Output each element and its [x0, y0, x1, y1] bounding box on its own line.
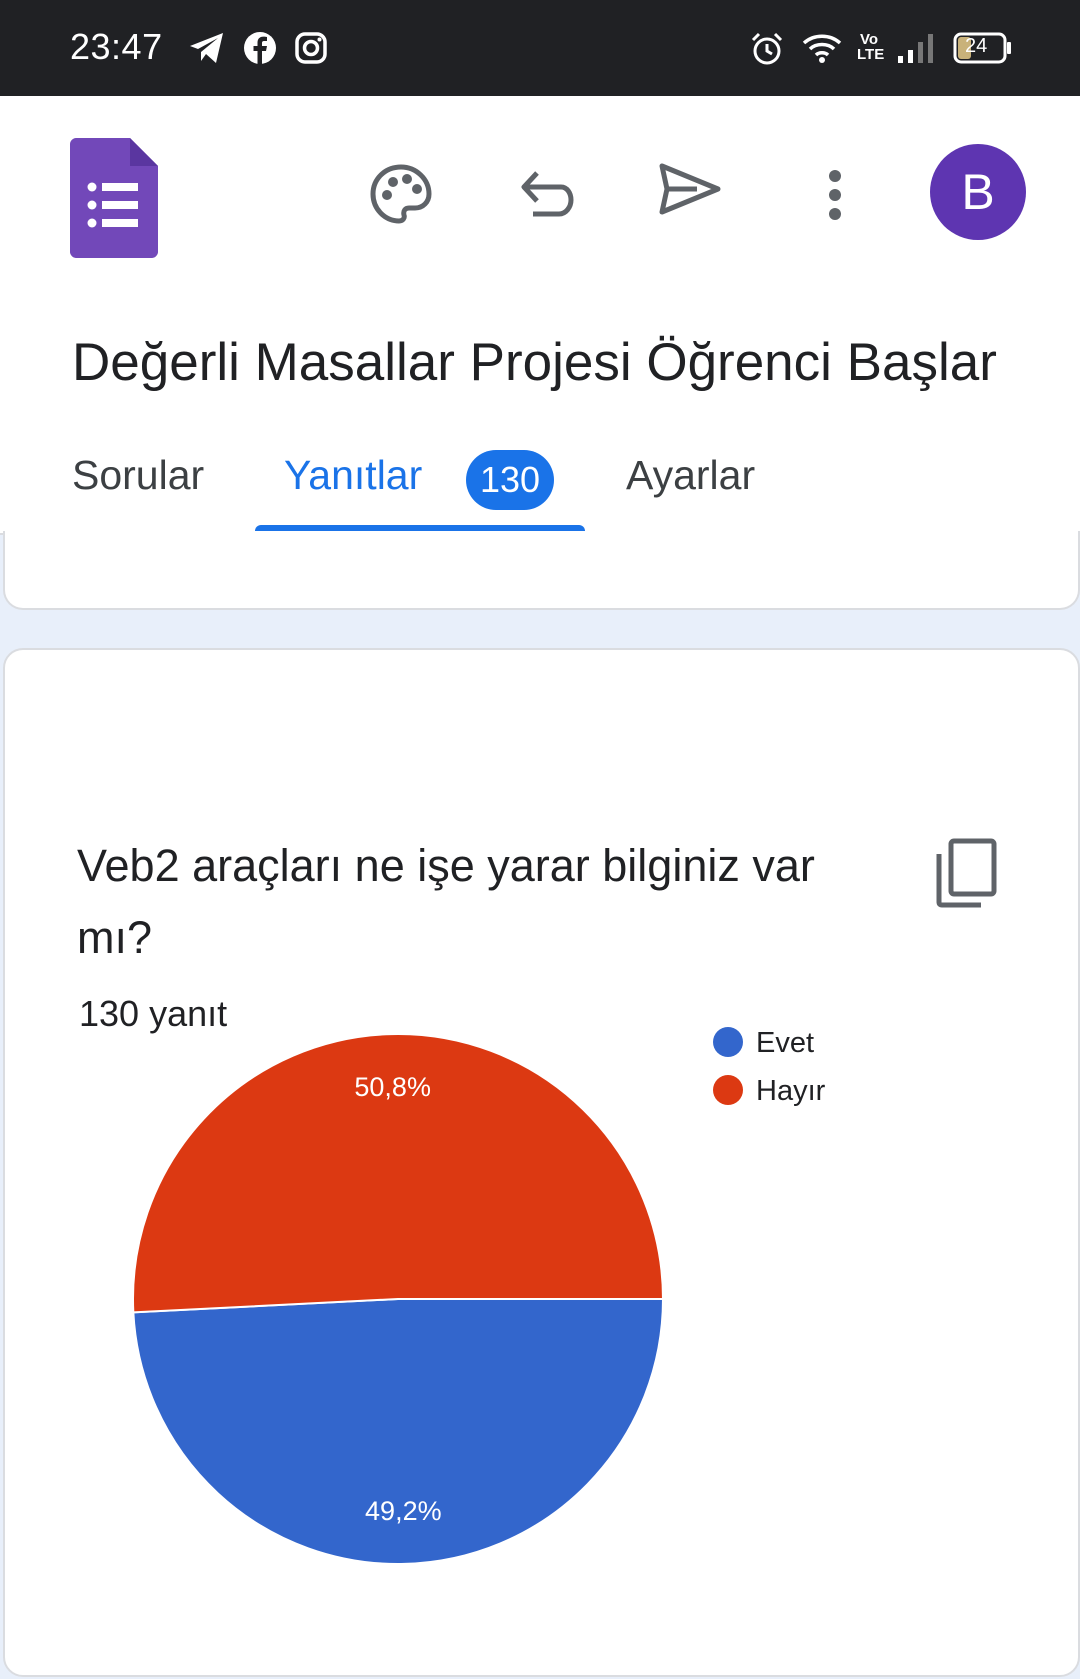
send-icon: [659, 163, 721, 215]
pie-slice-label-evet: 49,2%: [365, 1496, 442, 1526]
avatar[interactable]: B: [930, 144, 1026, 240]
alarm-icon: [751, 32, 783, 65]
more-options-button[interactable]: [808, 160, 862, 230]
telegram-icon: [190, 33, 223, 63]
status-bar: 23:47 Vo LTE 24: [0, 0, 1080, 96]
tab-responses-label: Yanıtlar: [284, 452, 423, 498]
question-summary-card: Veb2 araçları ne işe yarar bilginiz var …: [3, 648, 1080, 1677]
status-time: 23:47: [70, 26, 163, 67]
battery-icon: 24: [953, 32, 1011, 64]
responses-content: Veb2 araçları ne işe yarar bilginiz var …: [0, 531, 1080, 1679]
legend-swatch-hayır: [713, 1075, 743, 1105]
wifi-icon: [802, 34, 842, 63]
more-vert-icon: [829, 170, 841, 220]
tab-settings[interactable]: Ayarlar: [626, 452, 755, 499]
send-button[interactable]: [650, 154, 730, 224]
palette-button[interactable]: [366, 160, 436, 230]
previous-card: [3, 531, 1080, 610]
legend-swatch-evet: [713, 1027, 743, 1057]
battery-level: 24: [965, 35, 988, 57]
undo-icon: [521, 171, 574, 217]
tab-questions[interactable]: Sorular: [72, 452, 204, 499]
palette-icon: [370, 164, 432, 224]
signal-icon: [898, 34, 933, 63]
legend-label-evet: Evet: [756, 1027, 814, 1059]
tab-responses[interactable]: Yanıtlar: [284, 452, 422, 499]
responses-count-badge: 130: [466, 450, 554, 510]
pie-chart: 49,2% 50,8% Evet Hayır: [132, 1027, 826, 1565]
instagram-icon: [295, 32, 327, 64]
volte-icon: Vo LTE: [857, 31, 885, 63]
form-title: Değerli Masallar Projesi Öğrenci Başlar: [72, 333, 997, 392]
legend-label-hayır: Hayır: [756, 1075, 826, 1107]
facebook-icon: [244, 32, 276, 64]
avatar-letter: B: [961, 164, 995, 220]
pie-slice-label-hayır: 50,8%: [354, 1072, 431, 1102]
google-forms-icon[interactable]: [70, 138, 158, 258]
volte-label: Vo LTE: [857, 31, 885, 63]
undo-button[interactable]: [512, 160, 582, 230]
